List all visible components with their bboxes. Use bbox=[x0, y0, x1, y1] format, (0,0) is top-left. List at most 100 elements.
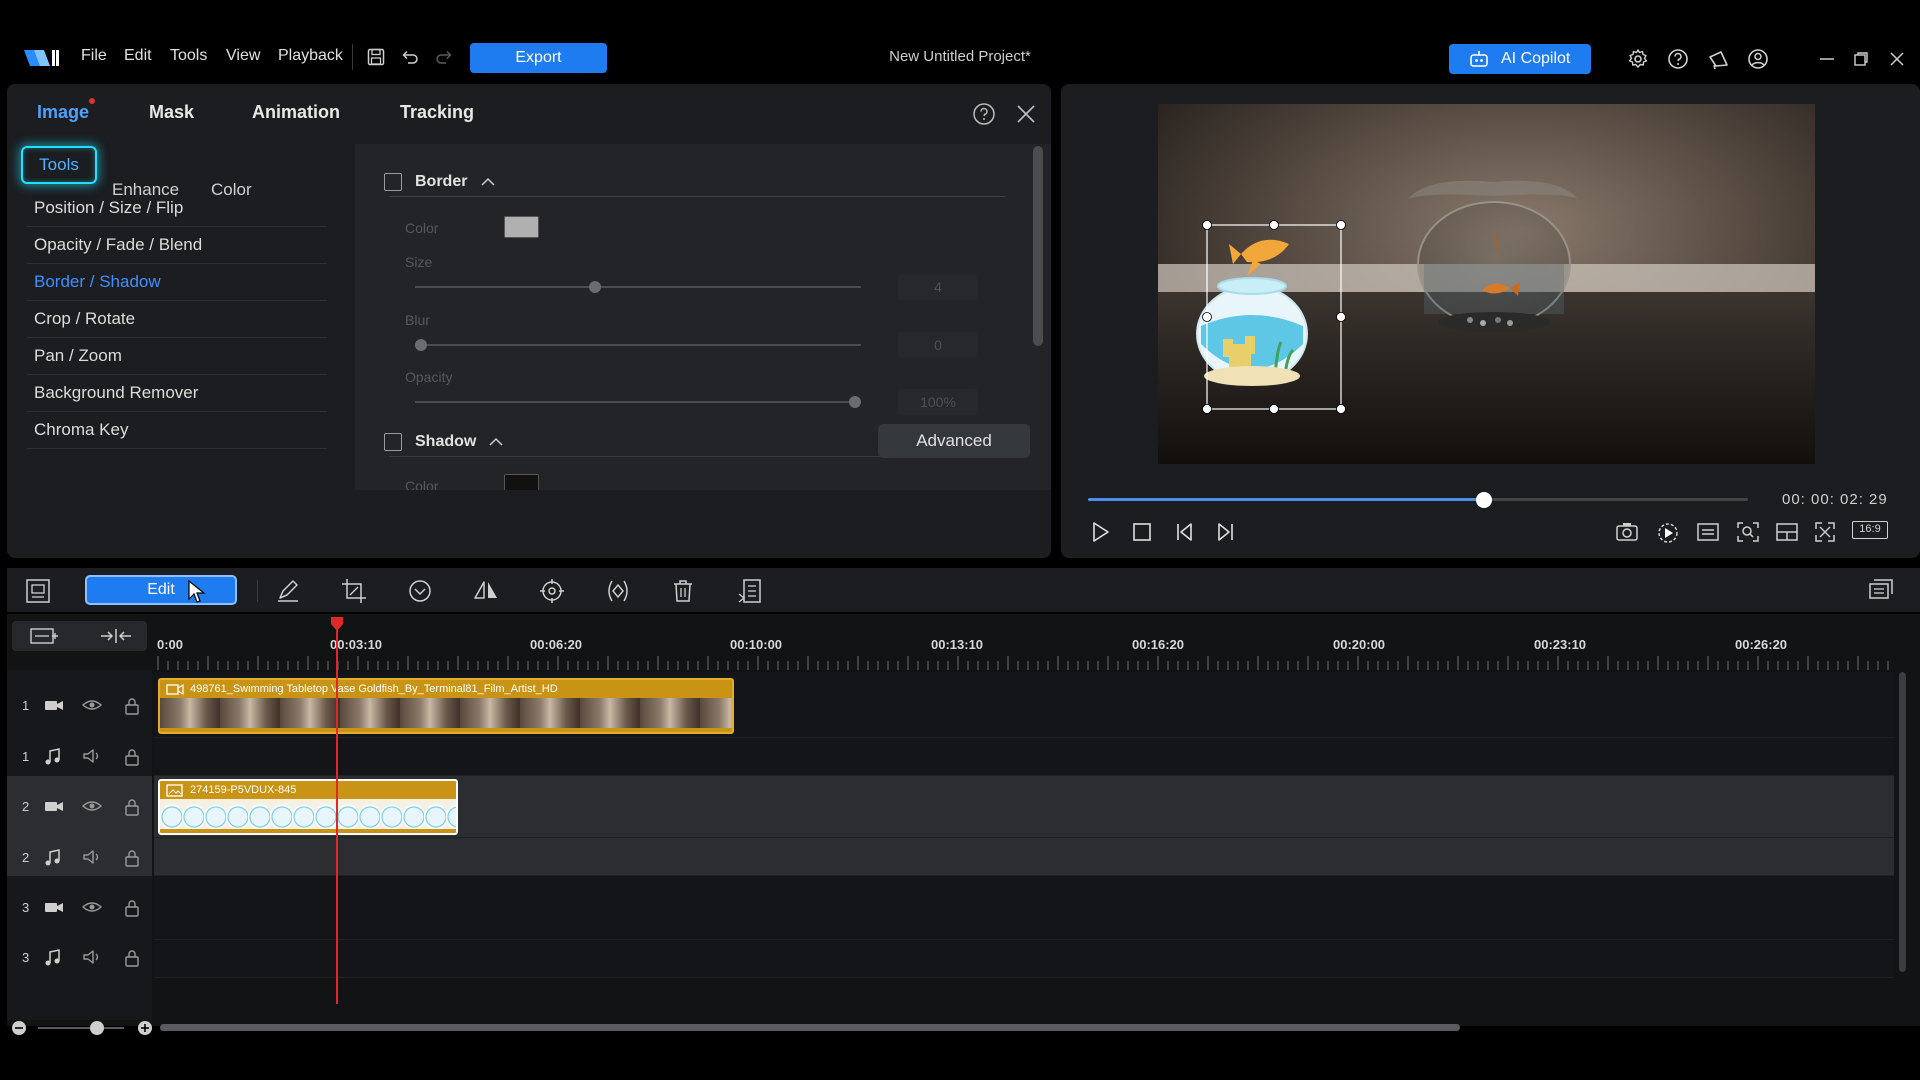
track-row-video-3[interactable] bbox=[154, 876, 1894, 940]
menu-playback[interactable]: Playback bbox=[278, 47, 343, 65]
export-button[interactable]: Export bbox=[470, 43, 607, 73]
border-blur-slider[interactable] bbox=[415, 339, 861, 351]
safe-zone-grid-icon[interactable] bbox=[1775, 521, 1799, 543]
snapshot-camera-icon[interactable] bbox=[1615, 521, 1639, 543]
edit-button[interactable]: Edit bbox=[85, 575, 237, 605]
subtab-tools[interactable]: Tools bbox=[21, 146, 97, 184]
lock-icon[interactable] bbox=[124, 949, 140, 967]
sidebar-item-position-size-flip[interactable]: Position / Size / Flip bbox=[27, 190, 327, 227]
shadow-checkbox[interactable] bbox=[384, 433, 402, 451]
border-opacity-knob[interactable] bbox=[849, 396, 861, 408]
menu-tools[interactable]: Tools bbox=[170, 47, 207, 65]
sidebar-item-background-remover[interactable]: Background Remover bbox=[27, 375, 327, 412]
save-icon[interactable] bbox=[366, 47, 386, 67]
aspect-ratio-button[interactable]: 16:9 bbox=[1852, 521, 1888, 539]
settings-scrollbar[interactable] bbox=[1033, 146, 1043, 346]
help-circle-icon[interactable] bbox=[972, 102, 996, 126]
timeline-settings-icon[interactable] bbox=[1868, 578, 1896, 604]
sidebar-item-opacity-fade-blend[interactable]: Opacity / Fade / Blend bbox=[27, 227, 327, 264]
border-checkbox[interactable] bbox=[384, 173, 402, 191]
minimize-icon[interactable] bbox=[1818, 52, 1836, 66]
fullscreen-icon[interactable] bbox=[1814, 521, 1836, 543]
track-row-audio-1[interactable] bbox=[154, 738, 1894, 776]
lock-icon[interactable] bbox=[124, 849, 140, 867]
sidebar-item-chroma-key[interactable]: Chroma Key bbox=[27, 412, 327, 449]
track-row-audio-2[interactable] bbox=[154, 838, 1894, 876]
delete-trash-icon[interactable] bbox=[671, 578, 695, 604]
tab-animation[interactable]: Animation bbox=[252, 102, 340, 123]
timeline-ruler[interactable] bbox=[154, 654, 1890, 670]
visibility-eye-icon[interactable] bbox=[82, 697, 102, 713]
fit-timeline-button[interactable] bbox=[83, 621, 147, 651]
subtitles-icon[interactable] bbox=[1696, 521, 1720, 543]
sidebar-item-crop-rotate[interactable]: Crop / Rotate bbox=[27, 301, 327, 338]
image-clip-fishbowl[interactable]: 274159-P5VDUX-845 bbox=[158, 779, 458, 835]
sidebar-item-pan-zoom[interactable]: Pan / Zoom bbox=[27, 338, 327, 375]
timeline-horizontal-scrollbar[interactable] bbox=[160, 1024, 1460, 1031]
border-size-value[interactable]: 4 bbox=[898, 274, 978, 300]
border-size-slider[interactable] bbox=[415, 281, 861, 293]
ai-copilot-button[interactable]: AI Copilot bbox=[1449, 44, 1591, 74]
menu-file[interactable]: File bbox=[81, 47, 107, 65]
restore-icon[interactable] bbox=[1853, 51, 1869, 67]
project-library-icon[interactable] bbox=[25, 578, 51, 604]
record-voice-icon[interactable] bbox=[1656, 521, 1680, 545]
chapter-marker-icon[interactable] bbox=[737, 578, 763, 604]
motion-tracking-icon[interactable] bbox=[539, 578, 565, 604]
timeline-zoom-knob[interactable] bbox=[90, 1021, 104, 1035]
mute-speaker-icon[interactable] bbox=[82, 849, 102, 865]
lock-icon[interactable] bbox=[124, 798, 140, 816]
tab-mask[interactable]: Mask bbox=[149, 102, 194, 123]
track-row-audio-3[interactable] bbox=[154, 940, 1894, 978]
lock-icon[interactable] bbox=[124, 748, 140, 766]
border-color-swatch[interactable] bbox=[504, 216, 539, 238]
timeline-vertical-scrollbar[interactable] bbox=[1899, 672, 1906, 972]
border-opacity-slider[interactable] bbox=[415, 396, 861, 408]
keyframe-icon[interactable] bbox=[604, 578, 632, 604]
playback-progress-knob[interactable] bbox=[1476, 492, 1492, 508]
advanced-button[interactable]: Advanced bbox=[878, 424, 1030, 458]
mute-speaker-icon[interactable] bbox=[82, 748, 102, 764]
timeline-zoom-slider[interactable] bbox=[38, 1021, 124, 1035]
visibility-eye-icon[interactable] bbox=[82, 899, 102, 915]
zoom-in-icon[interactable] bbox=[137, 1020, 153, 1036]
previous-frame-icon[interactable] bbox=[1173, 520, 1197, 544]
speed-icon[interactable] bbox=[407, 578, 433, 604]
menu-view[interactable]: View bbox=[226, 47, 260, 65]
account-icon[interactable] bbox=[1747, 48, 1769, 70]
crop-icon[interactable] bbox=[341, 578, 367, 604]
border-blur-knob[interactable] bbox=[415, 339, 427, 351]
playback-progress-bar[interactable] bbox=[1088, 492, 1748, 508]
border-blur-value[interactable]: 0 bbox=[898, 332, 978, 358]
pen-tools-icon[interactable] bbox=[275, 578, 301, 604]
sidebar-item-border-shadow[interactable]: Border / Shadow bbox=[27, 264, 327, 301]
close-panel-icon[interactable] bbox=[1015, 103, 1037, 125]
flip-icon[interactable] bbox=[473, 578, 499, 604]
video-clip-goldfish[interactable]: 498761_Swimming Tabletop Vase Goldfish_B… bbox=[158, 678, 734, 734]
video-preview[interactable] bbox=[1158, 104, 1815, 464]
visibility-eye-icon[interactable] bbox=[82, 798, 102, 814]
border-opacity-value[interactable]: 100% bbox=[898, 389, 978, 415]
play-icon[interactable] bbox=[1088, 520, 1112, 544]
playhead-line[interactable] bbox=[336, 618, 338, 1004]
lock-icon[interactable] bbox=[124, 697, 140, 715]
undo-icon[interactable] bbox=[400, 47, 420, 67]
close-window-icon[interactable] bbox=[1889, 51, 1905, 67]
next-frame-icon[interactable] bbox=[1213, 520, 1237, 544]
border-size-knob[interactable] bbox=[588, 281, 601, 293]
chevron-up-icon[interactable] bbox=[488, 435, 504, 449]
redo-icon[interactable] bbox=[434, 47, 454, 67]
stop-icon[interactable] bbox=[1131, 521, 1153, 543]
playhead-marker[interactable] bbox=[329, 616, 345, 632]
settings-gear-icon[interactable] bbox=[1627, 48, 1649, 70]
zoom-out-icon[interactable] bbox=[11, 1020, 27, 1036]
menu-edit[interactable]: Edit bbox=[124, 47, 152, 65]
tab-image[interactable]: Image bbox=[37, 102, 89, 123]
chevron-up-icon[interactable] bbox=[480, 175, 496, 189]
zoom-preview-icon[interactable] bbox=[1736, 521, 1760, 543]
tab-tracking[interactable]: Tracking bbox=[400, 102, 474, 123]
help-icon[interactable] bbox=[1667, 48, 1689, 70]
lock-icon[interactable] bbox=[124, 899, 140, 917]
feedback-megaphone-icon[interactable] bbox=[1707, 48, 1731, 70]
mute-speaker-icon[interactable] bbox=[82, 949, 102, 965]
